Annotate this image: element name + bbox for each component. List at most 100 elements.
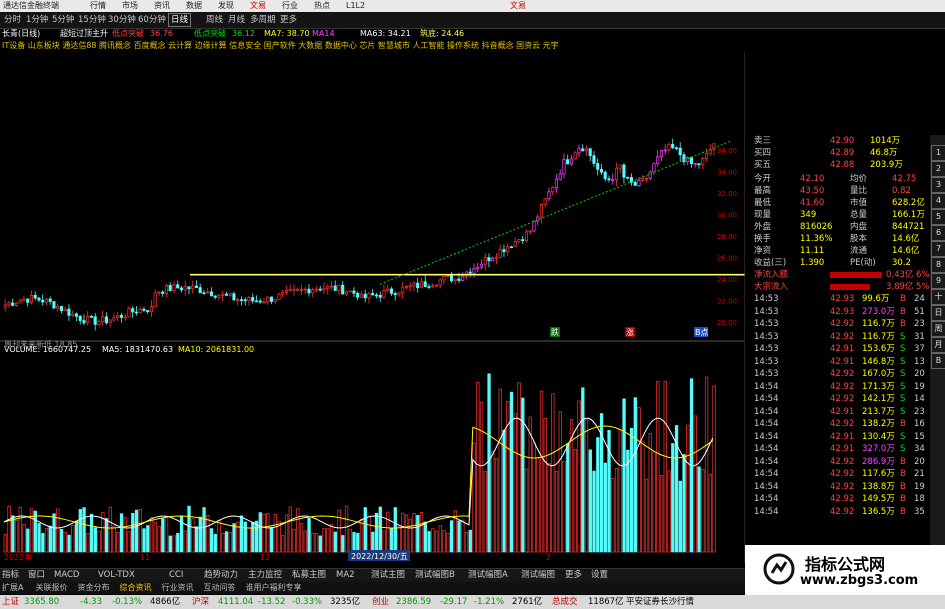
volume-bar [153,521,157,553]
extension-tab-3[interactable]: 综合资讯 [120,582,152,594]
period-tab-7[interactable]: 周线 [206,14,223,26]
tick-price: 42.91 [830,431,855,442]
tick-time: 14:54 [754,419,779,429]
menu-item-data[interactable]: 数据 [186,0,202,12]
extension-tab-4[interactable]: 行业资讯 [162,582,194,594]
menu-item-market[interactable]: 行情 [90,0,106,12]
extension-tab-1[interactable]: 关联报价 [36,582,68,594]
volume-bar [423,521,427,553]
indicator-tab-5[interactable]: 趋势动力 [204,569,238,582]
indicator-tab-8[interactable]: MA2 [336,569,355,582]
stat-value: 41.60 [800,198,825,208]
period-tab-10[interactable]: 更多 [280,14,297,26]
indicator-tab-1[interactable]: 窗口 [28,569,45,582]
volume-bar [82,507,86,553]
side-tab-1[interactable]: 2 [931,161,945,177]
tick-count: 35 [914,506,925,517]
candle-body [674,147,679,150]
indicator-tab-11[interactable]: 测试幅图A [468,569,508,582]
tick-time: 14:53 [754,356,779,367]
period-tab-6[interactable]: 日线 [168,13,192,27]
side-tab-8[interactable]: 9 [931,273,945,289]
indicator-tab-0[interactable]: 指标 [2,569,19,582]
side-tab-11[interactable]: 周 [931,321,945,337]
extension-tab-2[interactable]: 资金分布 [78,582,110,594]
volume-bar [629,427,634,553]
stat-label: 今开 [754,174,772,184]
candle-body [701,158,705,166]
candle-body [502,249,506,253]
volume-bar [11,515,15,553]
price-tick: 20.00 [717,319,737,327]
indicator-tab-7[interactable]: 私募主图 [292,569,326,582]
indicator-tab-14[interactable]: 设置 [591,569,608,582]
candle-body [446,275,450,277]
kline-chart[interactable]: 36.00 34.00 32.00 30.00 28.00 26.00 24.00 22.00… [0,52,745,562]
flow-row: 大宗流入 3.89亿 5% [750,281,930,293]
tick-count: 15 [914,431,925,442]
volume-bar [678,480,682,553]
indicator-tab-12[interactable]: 测试幅图 [521,569,555,582]
ma5-header: MA5: 1831470.63 [102,345,173,354]
menu-item-exchange[interactable]: 市场 [122,0,138,12]
period-tab-8[interactable]: 月线 [228,14,245,26]
side-tab-4[interactable]: 5 [931,209,945,225]
period-tab-5[interactable]: 60分钟 [138,14,166,26]
side-tab-12[interactable]: 月 [931,337,945,353]
menu-item-right[interactable]: 文易 [510,0,526,12]
candle-body [356,292,360,298]
period-tab-0[interactable]: 分时 [4,14,21,26]
candle-body [667,144,671,151]
flow-row: 净流入额 0.43亿 6% [750,269,930,281]
period-tab-1[interactable]: 1分钟 [26,14,48,26]
menu-item-industry[interactable]: 行业 [282,0,298,12]
menu-item-l1l2[interactable]: L1L2 [346,0,365,12]
menu-item-hotspot[interactable]: 热点 [314,0,330,12]
volume-bar [71,525,75,553]
extension-tab-6[interactable]: 谁用户福利专享 [246,582,302,594]
side-tab-13[interactable]: B [931,353,945,369]
stat-row: 最低 41.60 市值 628.2亿 [750,197,930,209]
menu-item-wenyi[interactable]: 文易 [250,0,266,12]
side-tab-2[interactable]: 3 [931,177,945,193]
volume-bar [292,528,296,553]
indicator-tab-10[interactable]: 测试幅图B [415,569,455,582]
volume-bar [558,411,562,553]
sz-change: -13.52 [258,597,286,607]
period-tab-3[interactable]: 15分钟 [78,14,106,26]
tick-side: S [900,369,906,379]
indicator-tab-4[interactable]: CCI [169,569,183,582]
volume-bar [18,506,22,553]
trend-line [379,140,731,285]
candle-body [663,149,667,152]
volume-bar [446,532,450,553]
side-tab-7[interactable]: 8 [931,257,945,273]
side-tab-9[interactable]: 十 [931,289,945,305]
indicator-tab-13[interactable]: 更多 [565,569,582,582]
period-tab-9[interactable]: 多周期 [250,14,276,26]
volume-bar [644,478,649,553]
side-tab-10[interactable]: 日 [931,305,945,321]
month-mark-3: 2 [546,553,551,562]
candle-body [44,298,49,303]
extension-tab-5[interactable]: 互动问答 [204,582,236,594]
candle-body [412,282,416,287]
tick-count: 34 [914,444,925,454]
side-tab-3[interactable]: 4 [931,193,945,209]
menu-item-news[interactable]: 资讯 [154,0,170,12]
tick-volume: 273.0万 [862,306,895,317]
tick-count: 18 [914,494,925,504]
indicator-tab-9[interactable]: 测试主图 [371,569,405,582]
indicator-tab-2[interactable]: MACD [54,569,79,582]
candle-body [224,293,229,296]
extension-tab-0[interactable]: 扩展A [2,582,23,594]
side-tab-5[interactable]: 6 [931,225,945,241]
period-tab-4[interactable]: 30分钟 [108,14,136,26]
period-tab-2[interactable]: 5分钟 [52,14,74,26]
indicator-tab-3[interactable]: VOL-TDX [98,569,135,582]
side-tab-6[interactable]: 7 [931,241,945,257]
tick-side: B [900,419,906,429]
menu-item-discover[interactable]: 发现 [218,0,234,12]
side-tab-0[interactable]: 1 [931,145,945,161]
indicator-tab-6[interactable]: 主力监控 [248,569,282,582]
